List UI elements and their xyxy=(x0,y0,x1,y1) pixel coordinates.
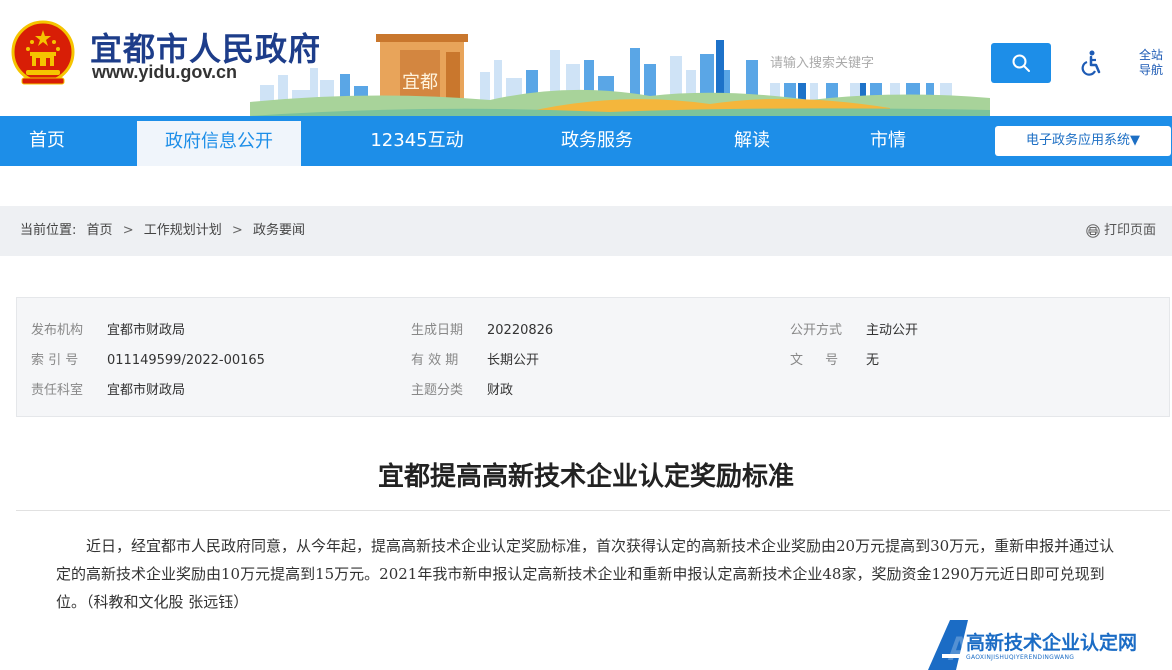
meta-label: 公开方式 xyxy=(790,323,843,338)
accessibility-button[interactable] xyxy=(1078,48,1106,78)
breadcrumb-item-home[interactable]: 首页 xyxy=(87,223,113,238)
site-navigation-link[interactable]: 全站导航 xyxy=(1134,48,1168,78)
accessibility-icon xyxy=(1081,50,1101,76)
site-header: 宜都市人民政府 www.yidu.gov.cn 宜都 请输入搜索关键字 全站导航 xyxy=(0,0,1172,116)
meta-value: 宜都市财政局 xyxy=(107,383,186,398)
nav-item-city-info[interactable]: 市情 xyxy=(852,116,924,166)
meta-doc-no: 文 号无 xyxy=(790,349,879,368)
search-input[interactable] xyxy=(760,43,980,83)
printer-icon xyxy=(1086,224,1100,238)
meta-gen-date: 生成日期 20220826 xyxy=(411,319,553,338)
nav-item-gov-services[interactable]: 政务服务 xyxy=(547,116,647,166)
gate-sign: 宜都 xyxy=(402,72,438,93)
meta-value: 宜都市财政局 xyxy=(107,323,186,338)
meta-value: 011149599/2022-00165 xyxy=(107,353,265,368)
meta-value: 20220826 xyxy=(487,323,554,338)
print-page-button[interactable]: 打印页面 xyxy=(1086,206,1156,256)
nav-item-12345[interactable]: 12345互动 xyxy=(357,116,477,166)
nav-item-gov-info[interactable]: 政府信息公开 xyxy=(137,121,301,166)
document-metadata: 发布机构 宜都市财政局 生成日期 20220826 公开方式 主动公开 索 引 号 01… xyxy=(16,297,1170,417)
nav-item-interpretation[interactable]: 解读 xyxy=(716,116,788,166)
meta-topic: 主题分类 财政 xyxy=(411,379,513,398)
breadcrumb-separator: > xyxy=(122,223,134,238)
article-title: 宜都提高高新技术企业认定奖励标准 xyxy=(377,462,794,492)
breadcrumb-item-plans[interactable]: 工作规划计划 xyxy=(144,223,222,238)
search-icon xyxy=(1012,54,1030,72)
breadcrumb-item-news[interactable]: 政务要闻 xyxy=(253,223,305,238)
e-gov-apps-dropdown[interactable]: 电子政务应用系统▼ xyxy=(995,126,1171,156)
article-body: 近日，经宜都市人民政府同意，从今年起，提高高新技术企业认定奖励标准，首次获得认定… xyxy=(56,537,1115,611)
national-emblem-icon xyxy=(11,20,75,85)
meta-label: 责任科室 xyxy=(31,383,84,398)
meta-value: 主动公开 xyxy=(866,323,919,338)
meta-label: 索 引 号 xyxy=(31,353,79,368)
watermark-subtext: GAOXINJISHUQIYERENDINGWANG xyxy=(966,654,1075,661)
watermark-text: 高新技术企业认定网 xyxy=(966,632,1138,654)
meta-value: 财政 xyxy=(487,383,514,398)
meta-label: 生成日期 xyxy=(411,323,464,338)
meta-validity: 有 效 期 长期公开 xyxy=(411,349,539,368)
print-label: 打印页面 xyxy=(1103,223,1156,238)
main-nav: 首页 政府信息公开 12345互动 政务服务 解读 市情 电子政务应用系统▼ xyxy=(0,116,1172,166)
meta-label: 有 效 期 xyxy=(411,353,459,368)
meta-value: 无 xyxy=(866,353,880,368)
meta-index: 索 引 号 011149599/2022-00165 xyxy=(31,349,265,368)
meta-label: 文 号 xyxy=(790,353,839,368)
breadcrumb-separator: > xyxy=(231,223,243,238)
meta-office: 责任科室 宜都市财政局 xyxy=(31,379,185,398)
meta-open-method: 公开方式 主动公开 xyxy=(790,319,918,338)
meta-publisher: 发布机构 宜都市财政局 xyxy=(31,319,185,338)
breadcrumb-prefix: 当前位置: xyxy=(20,223,77,238)
search-box xyxy=(760,43,992,83)
meta-label: 主题分类 xyxy=(411,383,464,398)
breadcrumb: 当前位置: 首页 > 工作规划计划 > 政务要闻 xyxy=(20,206,311,256)
meta-value: 长期公开 xyxy=(487,353,540,368)
title-divider xyxy=(16,510,1170,511)
breadcrumb-bar: 当前位置: 首页 > 工作规划计划 > 政务要闻 打印页面 xyxy=(0,206,1172,256)
meta-label: 发布机构 xyxy=(31,323,84,338)
search-button[interactable] xyxy=(991,43,1051,83)
nav-item-home[interactable]: 首页 xyxy=(0,116,94,166)
site-url[interactable]: www.yidu.gov.cn xyxy=(92,62,237,83)
